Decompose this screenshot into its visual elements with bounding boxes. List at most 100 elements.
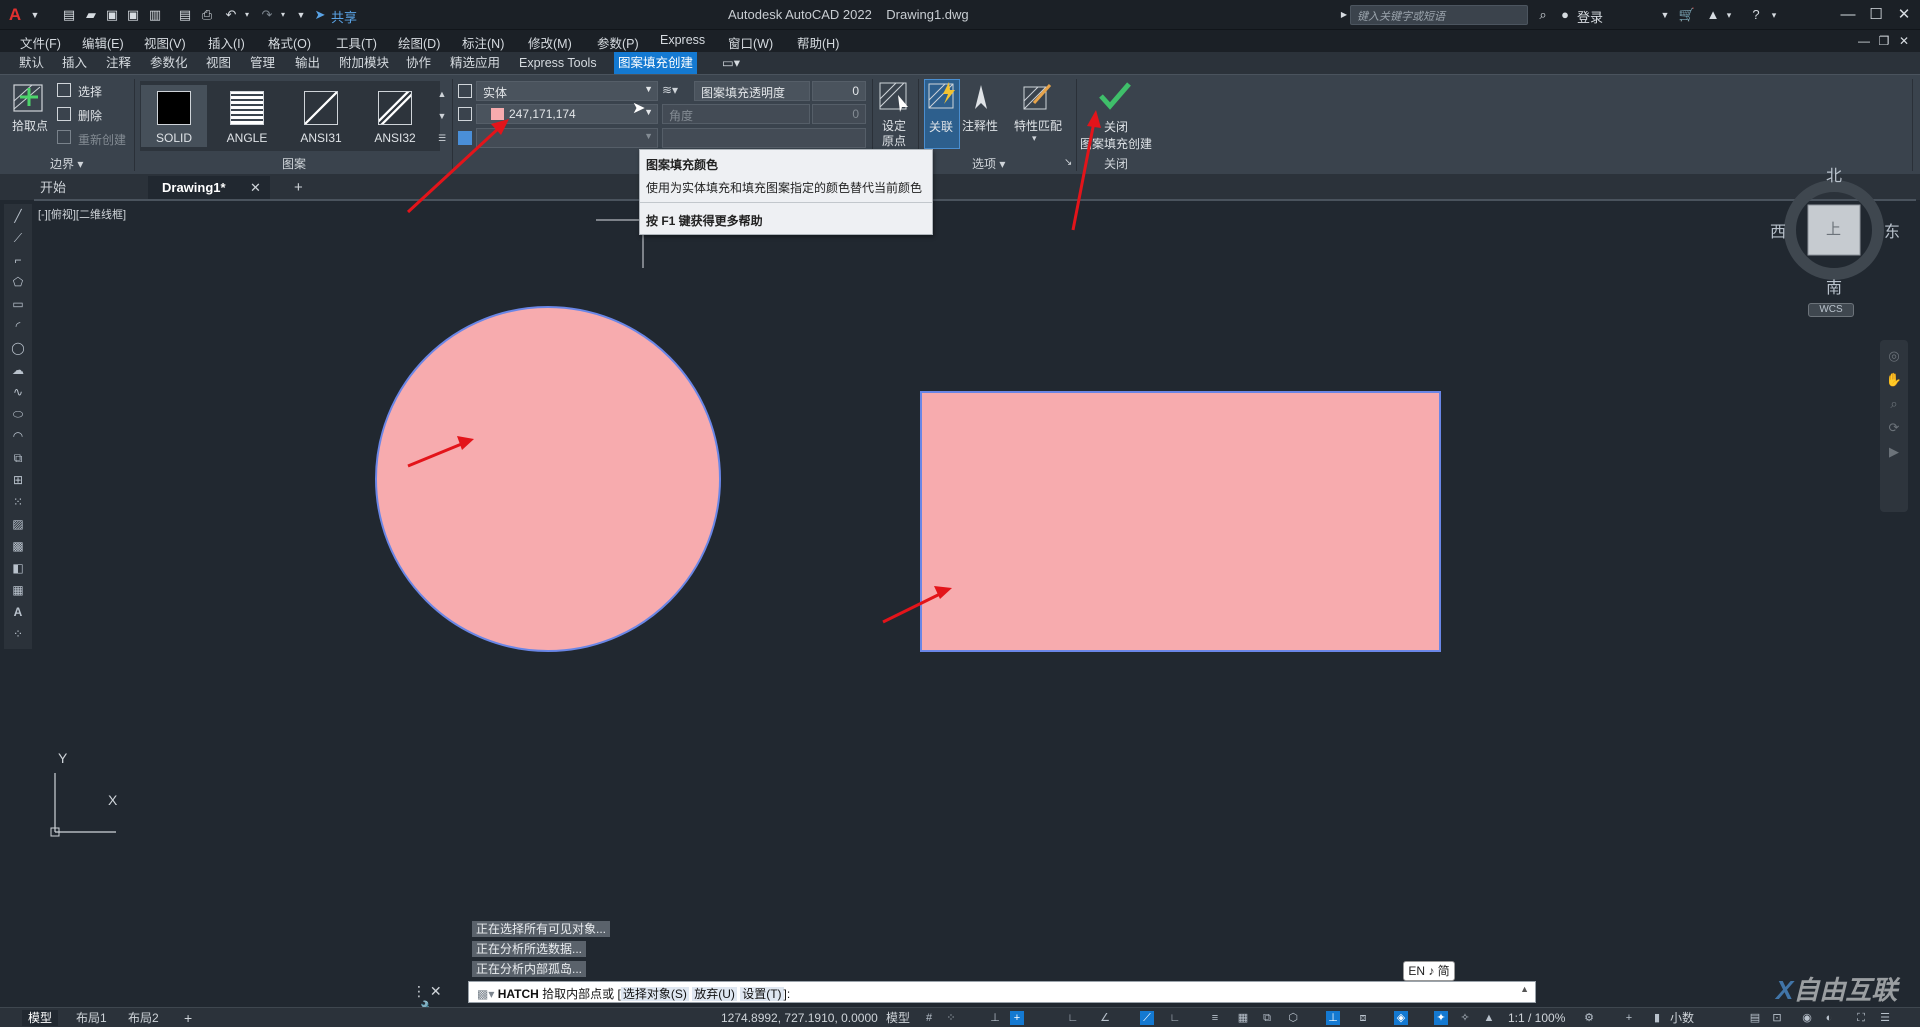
help-dropdown-icon[interactable]: ▾ <box>1765 6 1783 24</box>
make-block-icon[interactable]: ⊞ <box>10 472 26 488</box>
remove-boundary-icon[interactable] <box>57 107 71 121</box>
arc-icon[interactable]: ◜ <box>10 318 26 334</box>
gradient-icon[interactable]: ▩ <box>10 538 26 554</box>
cursor-coordinates[interactable]: 1274.8992, 727.1910, 0.0000 <box>715 1010 884 1026</box>
remove-boundary-label[interactable]: 删除 <box>78 107 102 124</box>
isolate-objects-icon[interactable]: ◉ <box>1800 1011 1814 1025</box>
options-panel-title[interactable]: 选项 ▾ <box>972 155 1005 172</box>
save-web-icon[interactable]: ▤ <box>176 6 194 24</box>
tab-start[interactable]: 开始 <box>26 176 146 200</box>
auto-scale-icon[interactable]: ✧ <box>1458 1011 1472 1025</box>
circle-icon[interactable]: ◯ <box>10 340 26 356</box>
isometric-icon[interactable]: ⟋ <box>1140 1011 1154 1025</box>
tab-view[interactable]: 视图 <box>202 52 235 74</box>
command-line-input[interactable]: ▩▾ HATCH 拾取内部点或 [选择对象(S) 放弃(U) 设置(T)]: ▲ <box>468 981 1536 1003</box>
customization-icon[interactable]: ☰ <box>1878 1011 1892 1025</box>
polygon-icon[interactable]: ⬠ <box>10 274 26 290</box>
save-as-icon[interactable]: ▣ <box>124 6 142 24</box>
object-snap-tracking-icon[interactable]: ∟ <box>1168 1011 1182 1025</box>
gizmo-icon[interactable]: ◈ <box>1394 1011 1408 1025</box>
menu-tools[interactable]: 工具(T) <box>336 33 377 52</box>
menu-file[interactable]: 文件(F) <box>20 33 61 52</box>
close-hatch-button[interactable] <box>1097 79 1133 113</box>
new-file-icon[interactable]: ▤ <box>60 6 78 24</box>
customize-qat-icon[interactable]: ▼ <box>292 6 310 24</box>
tab-featured-apps[interactable]: 精选应用 <box>446 52 504 74</box>
orbit-icon[interactable]: ⟳ <box>1880 420 1908 436</box>
ime-indicator[interactable]: EN ♪ 简 <box>1403 961 1455 981</box>
selection-filter-icon[interactable]: ⧈ <box>1356 1011 1370 1025</box>
transparency-status-icon[interactable]: ▦ <box>1236 1011 1250 1025</box>
multiline-text-icon[interactable]: A <box>10 604 26 620</box>
scale-input[interactable] <box>662 128 866 148</box>
search-input[interactable]: 键入关键字或短语 <box>1350 5 1528 25</box>
tab-model[interactable]: 模型 <box>22 1010 59 1026</box>
hatched-rectangle[interactable] <box>920 391 1441 652</box>
tab-manage[interactable]: 管理 <box>246 52 279 74</box>
doc-close-icon[interactable]: ✕ <box>1890 30 1918 52</box>
tab-express-tools[interactable]: Express Tools <box>515 52 601 74</box>
cart-icon[interactable]: 🛒 <box>1678 6 1696 24</box>
quick-properties-icon[interactable]: ▤ <box>1748 1011 1762 1025</box>
hatch-color-select[interactable]: 247,171,174 ▼ <box>476 104 658 124</box>
match-properties-dropdown-icon[interactable]: ▾ <box>1032 133 1037 144</box>
pan-icon[interactable]: ✋ <box>1880 372 1908 388</box>
ellipse-arc-icon[interactable]: ◠ <box>10 428 26 444</box>
rectangle-icon[interactable]: ▭ <box>10 296 26 312</box>
menu-format[interactable]: 格式(O) <box>268 33 311 52</box>
dynamic-input-icon[interactable]: + <box>1010 1011 1024 1025</box>
login-label[interactable]: 登录 <box>1577 7 1603 26</box>
insert-block-icon[interactable]: ⧉ <box>10 450 26 466</box>
tab-output[interactable]: 输出 <box>291 52 324 74</box>
redo-dropdown-icon[interactable]: ▾ <box>274 6 292 24</box>
revision-cloud-icon[interactable]: ☁ <box>10 362 26 378</box>
add-selected-icon[interactable]: ⁘ <box>10 626 26 642</box>
angle-input[interactable]: 0 <box>812 104 866 124</box>
match-properties-button[interactable] <box>1020 81 1054 115</box>
infer-constraints-icon[interactable]: ⊥ <box>988 1011 1002 1025</box>
tab-parametric[interactable]: 参数化 <box>146 52 192 74</box>
grid-icon[interactable]: # <box>922 1011 936 1025</box>
construction-line-icon[interactable]: ⟋ <box>10 230 26 246</box>
menu-edit[interactable]: 编辑(E) <box>82 33 124 52</box>
open-web-icon[interactable]: ▥ <box>146 6 164 24</box>
hatch-type-select[interactable]: 实体 ▼ <box>476 81 658 101</box>
associative-toggle[interactable]: 关联 <box>924 79 960 149</box>
close-tab-icon[interactable]: ✕ <box>250 176 261 200</box>
tab-default[interactable]: 默认 <box>15 52 48 74</box>
menu-dimension[interactable]: 标注(N) <box>462 33 504 52</box>
pattern-angle[interactable]: ANGLE <box>214 85 280 147</box>
tab-drawing1[interactable]: Drawing1* ✕ <box>148 176 270 200</box>
pattern-solid[interactable]: SOLID <box>141 85 207 147</box>
annotative-button[interactable] <box>966 83 996 113</box>
units-icon[interactable]: ▮ <box>1650 1011 1664 1025</box>
menu-express[interactable]: Express <box>660 33 705 47</box>
app-menu-chevron-icon[interactable]: ▼ <box>26 6 44 24</box>
ellipse-icon[interactable]: ⬭ <box>10 406 26 422</box>
annotation-visibility-icon[interactable]: ✦ <box>1434 1011 1448 1025</box>
clean-screen-icon[interactable]: ⛶ <box>1854 1011 1868 1025</box>
set-origin-button[interactable] <box>878 81 910 113</box>
help-icon[interactable]: ? <box>1747 6 1765 24</box>
tab-annotate[interactable]: 注释 <box>102 52 135 74</box>
add-layout-icon[interactable]: + <box>178 1010 198 1026</box>
showmotion-icon[interactable]: ▶ <box>1880 444 1908 460</box>
zoom-icon[interactable]: ⌕ <box>1880 396 1908 412</box>
tab-layout2[interactable]: 布局2 <box>122 1010 165 1026</box>
ortho-icon[interactable]: ∟ <box>1066 1011 1080 1025</box>
close-icon[interactable]: ✕ <box>1890 4 1918 26</box>
account-dropdown-icon[interactable]: ▾ <box>1720 6 1738 24</box>
background-color-select[interactable]: ▼ <box>476 128 658 148</box>
menu-insert[interactable]: 插入(I) <box>208 33 245 52</box>
tab-addins[interactable]: 附加模块 <box>335 52 393 74</box>
tab-layout1[interactable]: 布局1 <box>70 1010 113 1026</box>
3d-osnap-icon[interactable]: ⬡ <box>1286 1011 1300 1025</box>
region-icon[interactable]: ◧ <box>10 560 26 576</box>
print-icon[interactable]: ⎙ <box>198 6 216 24</box>
point-icon[interactable]: ⁙ <box>10 494 26 510</box>
hatch-icon[interactable]: ▨ <box>10 516 26 532</box>
login-dropdown-icon[interactable]: ▼ <box>1656 6 1674 24</box>
polar-tracking-icon[interactable]: ∠ <box>1098 1011 1112 1025</box>
model-space-toggle[interactable]: 模型 <box>880 1010 916 1026</box>
maximize-icon[interactable]: ☐ <box>1862 4 1890 26</box>
